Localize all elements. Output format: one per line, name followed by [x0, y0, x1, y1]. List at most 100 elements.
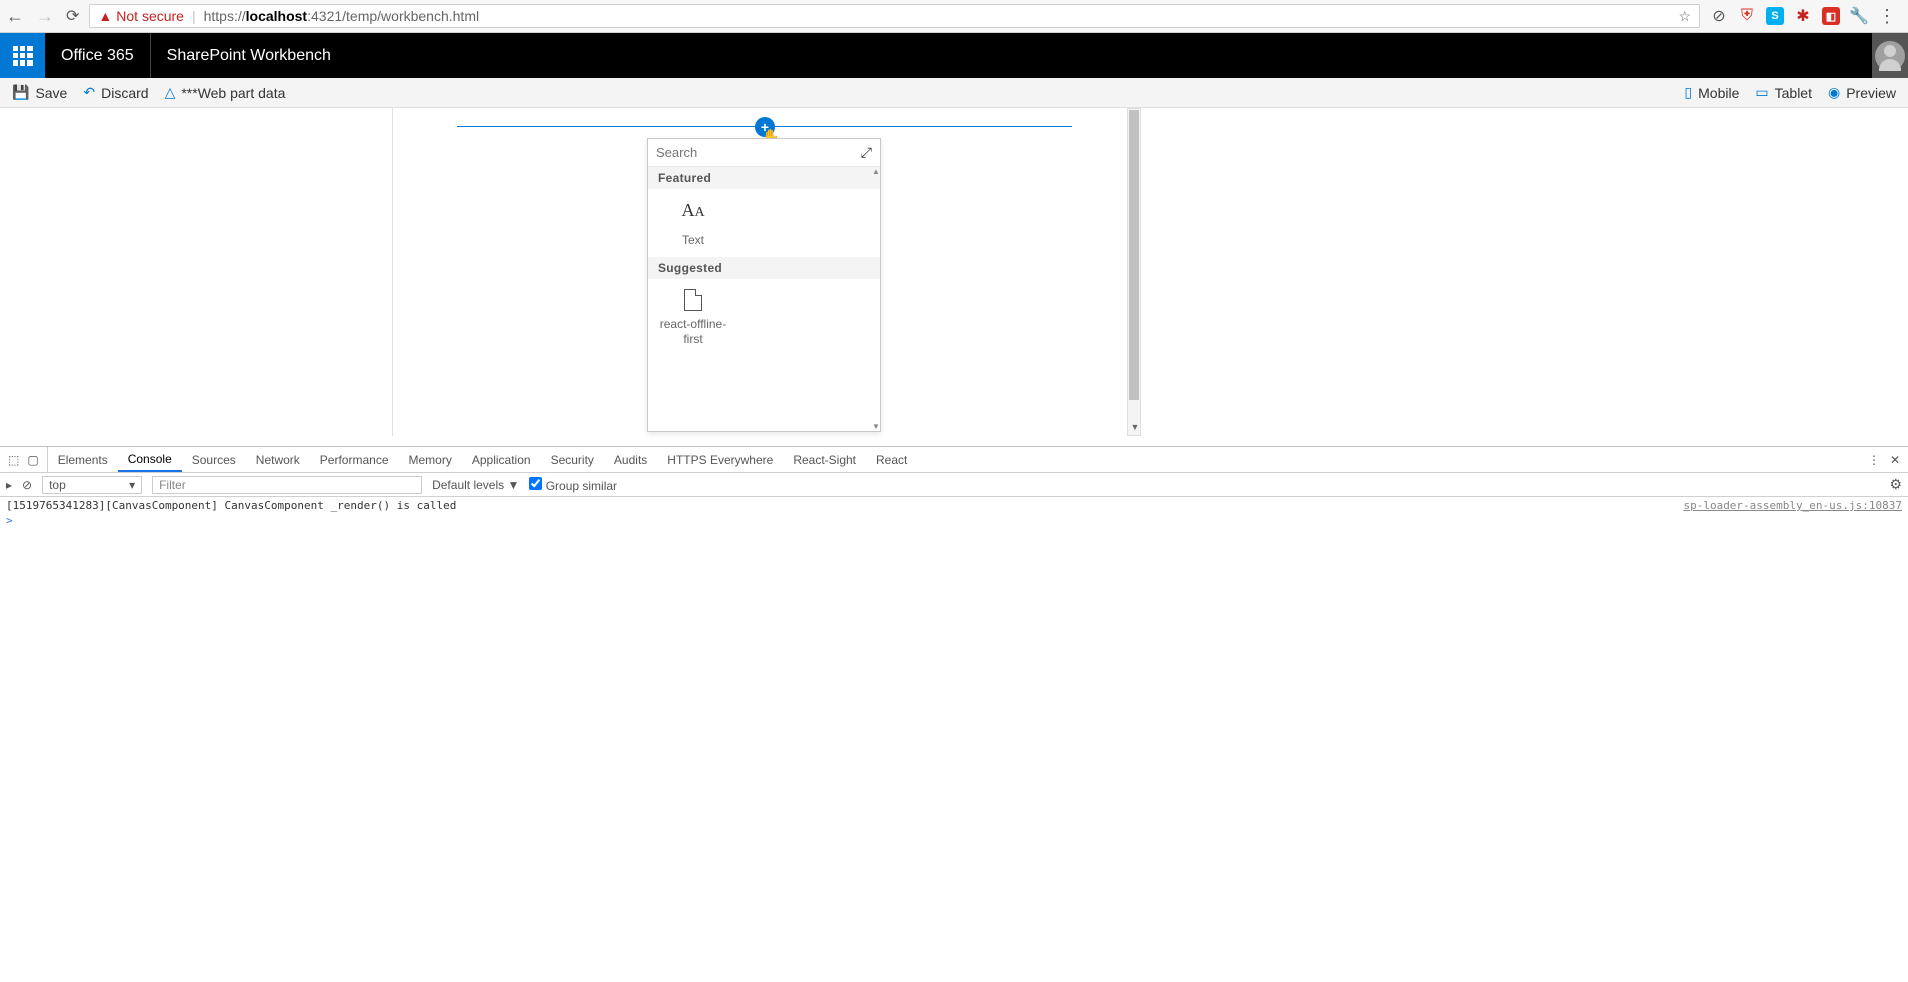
document-icon — [684, 289, 702, 311]
mobile-button[interactable]: ▯ Mobile — [1684, 84, 1739, 101]
delta-icon: △ — [165, 84, 176, 101]
clear-console-icon[interactable]: ⊘ — [22, 478, 32, 492]
star-icon[interactable]: ☆ — [1678, 8, 1691, 25]
mobile-label: Mobile — [1698, 85, 1739, 101]
save-button[interactable]: 💾 Save — [12, 84, 67, 101]
console-prompt[interactable]: > — [6, 512, 1902, 527]
preview-label: Preview — [1846, 85, 1896, 101]
block-icon[interactable]: ⊘ — [1710, 7, 1728, 25]
scroll-thumb[interactable] — [1129, 110, 1139, 400]
tab-console[interactable]: Console — [118, 447, 182, 472]
preview-button[interactable]: ◉ Preview — [1828, 84, 1896, 101]
url-path: :4321/temp/workbench.html — [307, 8, 479, 24]
url-text: https://localhost:4321/temp/workbench.ht… — [204, 8, 479, 24]
back-button[interactable]: ← — [6, 6, 24, 27]
bug-icon[interactable]: ✱ — [1794, 7, 1812, 25]
featured-header: Featured — [648, 167, 880, 189]
search-input[interactable] — [656, 145, 861, 160]
address-bar[interactable]: ▲ Not secure | https://localhost:4321/te… — [89, 4, 1700, 28]
scroll-down-icon[interactable]: ▼ — [872, 422, 880, 431]
inspect-icon[interactable]: ⬚ — [8, 453, 19, 467]
tab-performance[interactable]: Performance — [310, 447, 399, 472]
devtools-close-icon[interactable]: ✕ — [1890, 453, 1900, 467]
canvas-frame: + ✋ ⤢ Featured AA Text Suggested — [392, 108, 1132, 436]
text-tile-label: Text — [682, 233, 704, 247]
group-similar-checkbox[interactable] — [529, 477, 542, 490]
save-icon: 💾 — [12, 84, 29, 101]
url-protocol: https:// — [204, 8, 246, 24]
suggested-grid: react-offline-first — [648, 279, 880, 356]
react-offline-first-tile[interactable]: react-offline-first — [658, 289, 728, 346]
tab-sources[interactable]: Sources — [182, 447, 246, 472]
tab-security[interactable]: Security — [541, 447, 604, 472]
user-avatar[interactable] — [1872, 33, 1908, 78]
devtools-panel: ⬚ ▢ Elements Console Sources Network Per… — [0, 446, 1908, 982]
ext-red-icon[interactable]: ◧ — [1822, 7, 1840, 25]
app-launcher[interactable] — [0, 33, 45, 78]
featured-grid: AA Text — [648, 189, 880, 257]
group-similar-toggle[interactable]: Group similar — [529, 477, 617, 493]
nav-controls: ← → ⟳ — [6, 6, 79, 27]
tab-application[interactable]: Application — [462, 447, 541, 472]
log-source-link[interactable]: sp-loader-assembly_en-us.js:10837 — [1683, 499, 1902, 512]
chrome-menu-icon[interactable]: ⋮ — [1878, 6, 1896, 27]
tab-network[interactable]: Network — [246, 447, 310, 472]
app-title: SharePoint Workbench — [151, 47, 347, 65]
react-tile-label: react-offline-first — [658, 317, 728, 346]
scroll-up-icon[interactable]: ▲ — [872, 167, 880, 176]
tablet-icon: ▭ — [1755, 84, 1768, 101]
tab-audits[interactable]: Audits — [604, 447, 657, 472]
discard-label: Discard — [101, 85, 148, 101]
security-indicator[interactable]: ▲ Not secure — [98, 8, 184, 24]
console-sidebar-icon[interactable]: ▸ — [6, 478, 12, 492]
devtools-tabs: ⬚ ▢ Elements Console Sources Network Per… — [0, 447, 1908, 473]
devtools-tabs-right: ⋮ ✕ — [1860, 453, 1908, 467]
expand-icon[interactable]: ⤢ — [861, 144, 872, 161]
console-output: [1519765341283][CanvasComponent] CanvasC… — [0, 497, 1908, 982]
tab-react-sight[interactable]: React-Sight — [783, 447, 866, 472]
extension-icons: ⊘ ⛨ S ✱ ◧ 🔧 ⋮ — [1710, 6, 1902, 27]
text-webpart-tile[interactable]: AA Text — [658, 199, 728, 247]
webpart-picker: ⤢ Featured AA Text Suggested reac — [647, 138, 881, 432]
avatar-icon — [1875, 41, 1905, 71]
console-settings-icon[interactable]: ⚙ — [1889, 476, 1902, 493]
shield-icon[interactable]: ⛨ — [1738, 7, 1756, 25]
waffle-icon — [13, 46, 33, 66]
tab-memory[interactable]: Memory — [399, 447, 462, 472]
tab-react[interactable]: React — [866, 447, 917, 472]
log-levels-selector[interactable]: Default levels ▼ — [432, 478, 519, 492]
skype-icon[interactable]: S — [1766, 7, 1784, 25]
log-message: [1519765341283][CanvasComponent] CanvasC… — [6, 499, 1683, 512]
picker-search-row: ⤢ — [648, 139, 880, 167]
tablet-button[interactable]: ▭ Tablet — [1755, 84, 1812, 101]
devtools-more-icon[interactable]: ⋮ — [1868, 453, 1880, 467]
picker-scrollbar[interactable]: ▲ ▼ — [872, 167, 880, 431]
address-separator: | — [192, 8, 196, 24]
suggested-header: Suggested — [648, 257, 880, 279]
save-label: Save — [35, 85, 67, 101]
command-bar: 💾 Save ↶ Discard △ ***Web part data ▯ Mo… — [0, 78, 1908, 108]
reload-button[interactable]: ⟳ — [66, 6, 79, 26]
canvas-scrollbar[interactable]: ▲ ▼ — [1127, 108, 1141, 436]
browser-chrome: ← → ⟳ ▲ Not secure | https://localhost:4… — [0, 0, 1908, 33]
forward-button[interactable]: → — [36, 6, 54, 27]
console-toolbar: ▸ ⊘ top ▾ Filter Default levels ▼ Group … — [0, 473, 1908, 497]
canvas-area: + ✋ ⤢ Featured AA Text Suggested — [0, 108, 1908, 446]
tab-https-everywhere[interactable]: HTTPS Everywhere — [657, 447, 783, 472]
filter-input[interactable]: Filter — [152, 476, 422, 494]
context-selector[interactable]: top ▾ — [42, 476, 142, 494]
scroll-down-arrow[interactable]: ▼ — [1128, 422, 1142, 436]
webpart-data-button[interactable]: △ ***Web part data — [165, 84, 286, 101]
brand-title[interactable]: Office 365 — [45, 33, 151, 78]
tablet-label: Tablet — [1775, 85, 1812, 101]
device-toggle-icon[interactable]: ▢ — [27, 453, 38, 467]
tab-elements[interactable]: Elements — [48, 447, 118, 472]
not-secure-label: Not secure — [116, 8, 184, 24]
discard-button[interactable]: ↶ Discard — [83, 84, 148, 101]
wrench-icon[interactable]: 🔧 — [1850, 7, 1868, 25]
chevron-down-icon: ▾ — [129, 478, 135, 492]
console-log-line: [1519765341283][CanvasComponent] CanvasC… — [6, 499, 1902, 512]
mobile-icon: ▯ — [1684, 84, 1692, 101]
picker-body: Featured AA Text Suggested react-offline… — [648, 167, 880, 431]
preview-icon: ◉ — [1828, 84, 1840, 101]
